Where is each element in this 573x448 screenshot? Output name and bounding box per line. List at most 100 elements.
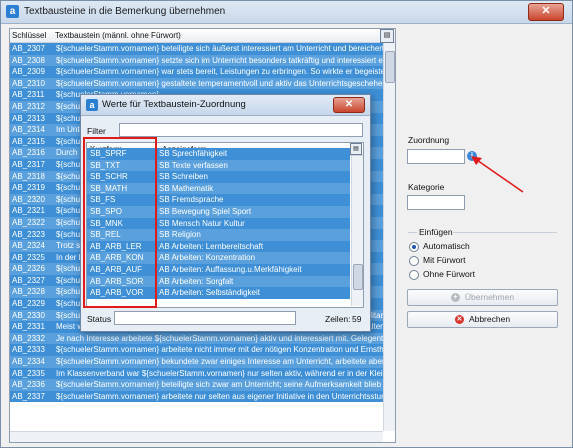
list-row[interactable]: AB_2308 ${schuelerStamm.vornamen} setzte … xyxy=(10,54,383,67)
window-title: Textbausteine in die Bemerkung übernehme… xyxy=(24,6,226,17)
row-text: ${schuelerStamm.vornamen} arbeitete nich… xyxy=(56,345,383,355)
arrow-annotation-icon xyxy=(471,156,524,193)
row-key: AB_2323 xyxy=(12,229,45,239)
zeilen-label: Zeilen: xyxy=(325,314,351,324)
row-text: ${schuelerStamm.vornamen} war stets bere… xyxy=(56,67,383,77)
list-row[interactable]: AB_2332 Je nach Interesse arbeitete ${sch… xyxy=(10,332,383,345)
row-key: AB_2316 xyxy=(12,148,45,158)
scrollbar-thumb[interactable] xyxy=(353,264,363,290)
row-text: ${schuelerStamm.vornamen} bekundete zwar… xyxy=(56,357,383,367)
anzeigeform-cell: AB Arbeiten: Konzentration xyxy=(159,253,256,263)
radio-mit-fuerwort[interactable]: Mit Fürwort xyxy=(409,255,466,266)
row-key: AB_2322 xyxy=(12,217,45,227)
row-text: ${schuelerStamm.vornamen} arbeitete nur … xyxy=(56,391,383,401)
row-key: AB_2327 xyxy=(12,275,45,285)
row-key: AB_2336 xyxy=(12,380,45,390)
list-row[interactable]: AB_2336 ${schuelerStamm.vornamen} beteili… xyxy=(10,379,383,391)
cancel-icon: ✕ xyxy=(454,315,464,325)
row-key: AB_2334 xyxy=(12,357,45,367)
dialog-close-button[interactable]: ✕ xyxy=(333,97,365,113)
row-key: AB_2318 xyxy=(12,171,45,181)
anzeigeform-cell: SB Sprechfähigkeit xyxy=(159,149,228,158)
group-line-right xyxy=(453,232,557,233)
dialog-vertical-scrollbar[interactable] xyxy=(351,156,363,306)
abbrechen-label: Abbrechen xyxy=(468,314,511,324)
list-row[interactable]: AB_2337 ${schuelerStamm.vornamen} arbeite… xyxy=(10,390,383,403)
radio-automatisch[interactable]: Automatisch xyxy=(409,241,470,252)
row-key: AB_2328 xyxy=(12,287,45,297)
uebernehmen-button[interactable]: + Übernehmen xyxy=(407,289,558,306)
filter-input[interactable] xyxy=(119,123,363,137)
abbrechen-button[interactable]: ✕ Abbrechen xyxy=(407,311,558,328)
column-chooser-icon[interactable]: ▤ xyxy=(350,143,362,155)
zeilen-count: 59 xyxy=(352,314,362,324)
list-row[interactable]: AB_2309 ${schuelerStamm.vornamen} war ste… xyxy=(10,66,383,78)
list-row[interactable]: AB_2335 Im Klassenverband war ${schuelerS… xyxy=(10,367,383,380)
anzeigeform-cell: SB Fremdsprache xyxy=(159,195,224,205)
anzeigeform-cell: SB Bewegung Spiel Sport xyxy=(159,206,252,216)
row-key: AB_2314 xyxy=(12,125,45,135)
column-chooser-icon[interactable]: ▤ xyxy=(380,29,394,43)
row-key: AB_2325 xyxy=(12,252,45,262)
status-label: Status xyxy=(87,314,112,324)
scrollbar-thumb[interactable] xyxy=(385,51,395,83)
row-key: AB_2337 xyxy=(12,391,45,401)
list-header: Schlüssel Textbaustein (männl. ohne Fürw… xyxy=(10,29,395,43)
anzeigeform-cell: AB Arbeiten: Selbständigkeit xyxy=(159,288,260,298)
kategorie-field[interactable] xyxy=(407,195,465,210)
row-key: AB_2331 xyxy=(12,322,45,332)
plus-icon: + xyxy=(450,293,460,303)
group-line-left xyxy=(408,232,417,233)
row-key: AB_2308 xyxy=(12,55,45,65)
kategorie-label: Kategorie xyxy=(408,182,445,192)
anzeigeform-cell: AB Arbeiten: Lernbereitschaft xyxy=(159,241,264,251)
list-row[interactable]: AB_2333 ${schuelerStamm.vornamen} arbeite… xyxy=(10,344,383,357)
einfuegen-label: Einfügen xyxy=(419,227,453,237)
row-text: ${schuelerStamm.vornamen} setzte sich im… xyxy=(56,55,383,65)
row-text: ${schuelerStamm.vornamen} beteiligte sic… xyxy=(56,44,383,53)
title-bar: a Textbausteine in die Bemerkung überneh… xyxy=(1,1,572,24)
horizontal-scrollbar[interactable] xyxy=(10,431,383,442)
row-key: AB_2312 xyxy=(12,101,45,111)
row-text: ${schuelerStamm.vornamen} gestaltete tem… xyxy=(56,78,383,88)
app-icon: a xyxy=(86,99,98,111)
row-key: AB_2319 xyxy=(12,183,45,193)
close-button[interactable]: ✕ xyxy=(528,3,564,21)
filter-label: Filter xyxy=(87,126,106,136)
vertical-scrollbar[interactable] xyxy=(383,43,395,431)
dialog-title: Werte für Textbaustein-Zuordnung xyxy=(102,99,246,110)
dialog-title-bar: a Werte für Textbaustein-Zuordnung ✕ xyxy=(81,95,370,116)
row-key: AB_2332 xyxy=(12,333,45,343)
row-key: AB_2321 xyxy=(12,206,45,216)
row-key: AB_2320 xyxy=(12,194,45,204)
radio-ohne-label: Ohne Fürwort xyxy=(423,269,475,279)
radio-automatisch-label: Automatisch xyxy=(423,241,470,251)
row-key: AB_2317 xyxy=(12,159,45,169)
radio-selected-icon xyxy=(409,241,419,252)
zuordnung-field[interactable] xyxy=(407,149,465,164)
row-key: AB_2333 xyxy=(12,345,45,355)
list-row[interactable]: AB_2307 ${schuelerStamm.vornamen} beteili… xyxy=(10,43,383,55)
anzeigeform-cell: SB Mensch Natur Kultur xyxy=(159,218,245,228)
row-key: AB_2330 xyxy=(12,310,45,320)
row-key: AB_2329 xyxy=(12,299,45,309)
list-row[interactable]: AB_2310 ${schuelerStamm.vornamen} gestalt… xyxy=(10,77,383,90)
status-field xyxy=(114,311,296,325)
row-key: AB_2335 xyxy=(12,368,45,378)
column-header-text[interactable]: Textbaustein (männl. ohne Fürwort) xyxy=(55,31,181,40)
row-key: AB_2311 xyxy=(12,90,45,100)
list-row[interactable]: AB_2334 ${schuelerStamm.vornamen} bekunde… xyxy=(10,356,383,368)
row-key: AB_2310 xyxy=(12,78,45,88)
anzeigeform-cell: SB Mathematik xyxy=(159,183,214,193)
row-key: AB_2309 xyxy=(12,67,45,77)
radio-ohne-fuerwort[interactable]: Ohne Fürwort xyxy=(409,269,475,280)
row-key: AB_2315 xyxy=(12,136,45,146)
app-icon: a xyxy=(6,5,19,18)
anzeigeform-cell: SB Schreiben xyxy=(159,172,208,182)
row-key: AB_2307 xyxy=(12,44,45,53)
row-key: AB_2324 xyxy=(12,241,45,251)
row-text: ${schuelerStamm.vornamen} beteiligte sic… xyxy=(56,380,383,390)
column-header-key[interactable]: Schlüssel xyxy=(12,31,46,40)
anzeigeform-cell: AB Arbeiten: Auffassung.u.Merkfähigkeit xyxy=(159,264,302,274)
anzeigeform-cell: SB Texte verfassen xyxy=(159,160,228,170)
